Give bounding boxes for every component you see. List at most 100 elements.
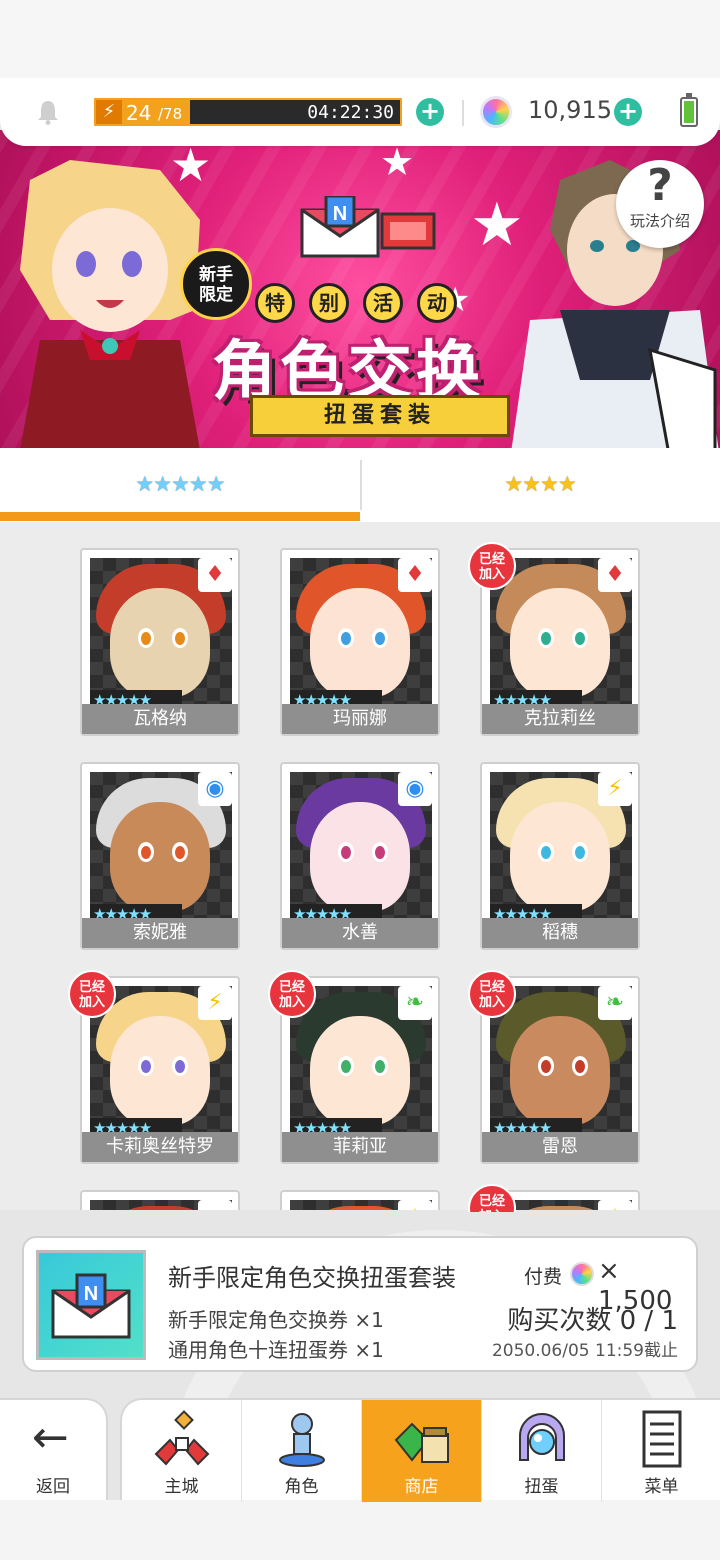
tab-five-star[interactable]: ★★★★★ <box>0 448 360 522</box>
bottom-nav: ← 返回 主城 角色 商店 扭蛋 菜单 <box>0 1398 720 1502</box>
portrait-eye <box>172 842 188 862</box>
tag-char: 动 <box>417 283 457 323</box>
fire-element-icon: ♦ <box>398 558 432 592</box>
character-name: 雷恩 <box>482 1132 638 1162</box>
add-stamina-button[interactable]: + <box>416 98 444 126</box>
purchase-deadline: 2050.06/05 11:59截止 <box>491 1341 678 1361</box>
envelope-icon: N <box>51 1273 131 1339</box>
bell-icon[interactable] <box>34 98 62 126</box>
joined-badge: 已经 加入 <box>468 1184 516 1212</box>
status-area <box>0 0 720 80</box>
character-card[interactable]: ★★★★★ ◉ 索妮雅 <box>80 762 240 950</box>
portrait-eye <box>172 628 188 648</box>
character-name: 稻穗 <box>482 918 638 948</box>
special-event-tags: 特别活动 <box>255 283 471 323</box>
nav-item-shop[interactable]: 商店 <box>362 1400 482 1502</box>
portrait-eye <box>372 1056 388 1076</box>
joined-badge: 已经 加入 <box>268 970 316 1018</box>
character-card[interactable]: ★★★★★ ⚡ 已经 加入 卡莉奥丝特罗 <box>68 970 240 1164</box>
back-button[interactable]: ← 返回 <box>0 1398 108 1500</box>
question-icon: ? <box>647 160 673 211</box>
svg-text:N: N <box>84 1283 98 1305</box>
fire-element-icon: ♦ <box>598 558 632 592</box>
back-label: 返回 <box>36 1477 70 1497</box>
portrait-face <box>310 802 410 912</box>
star-decoration: ★ <box>470 190 524 260</box>
portrait-eye <box>138 1056 154 1076</box>
divider <box>462 100 464 126</box>
character-name: 瓦格纳 <box>82 704 238 734</box>
character-card[interactable]: ★★★★★ ♦ 已经 加入 克拉莉丝 <box>468 542 640 736</box>
portrait-face <box>310 588 410 698</box>
portrait-face <box>110 588 210 698</box>
character-name: 克拉莉丝 <box>482 704 638 734</box>
character-name: 菲莉亚 <box>282 1132 438 1162</box>
stamina-bar: ⚡ 24 /78 04:22:30 <box>94 98 402 126</box>
character-card[interactable]: ★★★★★ ♦ 玛丽娜 <box>280 548 440 736</box>
purchase-panel[interactable]: N 新手限定角色交换扭蛋套装 付费 × 1,500 新手限定角色交换券 ×1 通… <box>22 1236 698 1372</box>
character-icon <box>279 1413 325 1467</box>
star-decoration: ★ <box>380 140 415 184</box>
portrait-eye <box>138 628 154 648</box>
gem-icon <box>480 96 512 128</box>
portrait-face <box>510 802 610 912</box>
joined-badge: 已经 加入 <box>468 542 516 590</box>
five-star-icon: ★★★★★ <box>135 472 225 496</box>
water-element-icon: ◉ <box>198 772 232 806</box>
banner-subtitle: 扭蛋套装 <box>250 395 510 437</box>
portrait-face <box>110 802 210 912</box>
portrait-face <box>110 1016 210 1126</box>
portrait-eye <box>172 1056 188 1076</box>
menu-icon <box>642 1410 682 1468</box>
thunder-element-icon: ⚡ <box>198 986 232 1020</box>
nav-item-character[interactable]: 角色 <box>242 1400 362 1502</box>
tab-four-star[interactable]: ★★★★ <box>360 448 720 522</box>
joined-badge: 已经 加入 <box>468 970 516 1018</box>
purchase-count: 购买次数 0 / 1 <box>507 1306 678 1336</box>
portrait-eye <box>338 1056 354 1076</box>
nav-item-menu[interactable]: 菜单 <box>602 1400 720 1502</box>
nav-label: 主城 <box>164 1477 199 1497</box>
tab-divider <box>360 460 362 510</box>
castle-icon <box>154 1410 210 1466</box>
nav-item-home[interactable]: 主城 <box>122 1400 242 1502</box>
portrait-face <box>510 588 610 698</box>
nav-label: 商店 <box>404 1477 439 1497</box>
wind-element-icon: ❧ <box>398 986 432 1020</box>
character-card[interactable]: ★★★★★ ⚡ 稻穗 <box>480 762 640 950</box>
character-card[interactable]: ★★★★★ ❧ 已经 加入 菲莉亚 <box>268 970 440 1164</box>
gem-icon <box>570 1262 594 1286</box>
lightning-icon: ⚡ <box>96 100 122 124</box>
portrait-eye <box>538 628 554 648</box>
character-card[interactable]: ★★★★★❧ <box>80 1190 240 1212</box>
top-resource-bar: ⚡ 24 /78 04:22:30 + 10,915 + <box>0 78 720 146</box>
tag-char: 活 <box>363 283 403 323</box>
water-element-icon: ◉ <box>398 772 432 806</box>
character-card[interactable]: ★★★★★✦ <box>280 1190 440 1212</box>
character-name: 卡莉奥丝特罗 <box>82 1132 238 1162</box>
add-gems-button[interactable]: + <box>614 98 642 126</box>
tag-char: 特 <box>255 283 295 323</box>
battery-icon <box>680 93 698 127</box>
character-card[interactable]: ★★★★★ ❧ 已经 加入 雷恩 <box>468 970 640 1164</box>
stamina-timer: 04:22:30 <box>307 102 394 123</box>
help-label: 玩法介绍 <box>629 212 690 230</box>
nav-label: 角色 <box>284 1477 319 1497</box>
wind-element-icon: ❧ <box>598 986 632 1020</box>
portrait-eye <box>138 842 154 862</box>
character-art-left <box>20 160 200 448</box>
portrait-eye <box>338 628 354 648</box>
character-card[interactable]: ★★★★★ ◉ 水善 <box>280 762 440 950</box>
character-card[interactable]: ★★★★★ ♦ 瓦格纳 <box>80 548 240 736</box>
help-button[interactable]: ? 玩法介绍 <box>616 160 704 248</box>
tag-char: 别 <box>309 283 349 323</box>
portrait-eye <box>538 1056 554 1076</box>
gacha-icon <box>519 1413 565 1461</box>
bundle-item: 通用角色十连扭蛋券 ×1 <box>168 1338 384 1362</box>
stamina-current: 24 <box>126 101 152 125</box>
nav-item-gacha[interactable]: 扭蛋 <box>482 1400 602 1502</box>
character-card[interactable]: ★★★★★✦已经 加入 <box>468 1184 640 1212</box>
portrait-eye <box>538 842 554 862</box>
portrait-eye <box>572 628 588 648</box>
star-decoration: ★ <box>170 138 212 192</box>
